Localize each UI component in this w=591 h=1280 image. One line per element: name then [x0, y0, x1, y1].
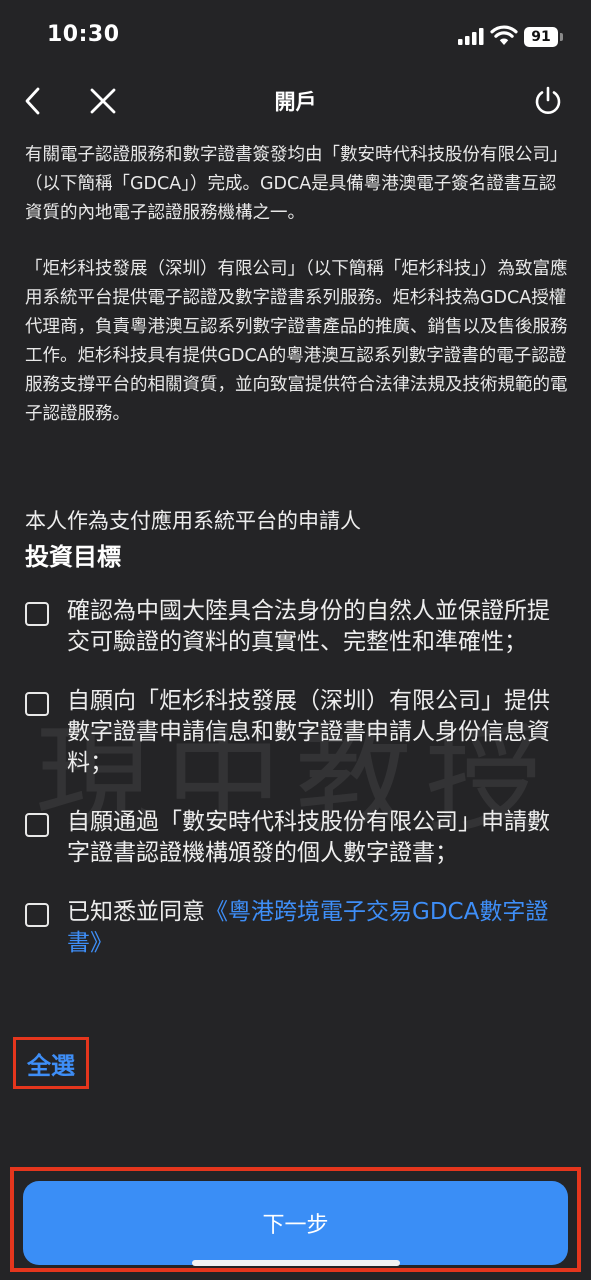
- checkbox[interactable]: [25, 602, 49, 626]
- select-all-button[interactable]: 全選: [13, 1037, 89, 1089]
- battery-tip: [560, 33, 563, 41]
- checkbox[interactable]: [25, 692, 49, 716]
- status-time: 10:30: [47, 22, 120, 47]
- consent-text: 確認為中國大陸具合法身份的自然人並保證所提交可驗證的資料的真實性、完整性和準確性…: [67, 598, 550, 655]
- applicant-statement: 本人作為支付應用系統平台的申請人: [25, 509, 361, 533]
- consent-item-provide-info[interactable]: 自願向「炬杉科技發展（深圳）有限公司」提供數字證書申請信息和數字證書申請人身份信…: [25, 686, 565, 779]
- page-title: 開戶: [274, 90, 317, 114]
- section-title: 投資目標: [25, 543, 121, 571]
- battery-level: 91: [524, 27, 558, 47]
- consent-item-apply-certificate[interactable]: 自願通過「數安時代科技股份有限公司」申請數字證書認證機構頒發的個人數字證書；: [25, 807, 565, 869]
- cellular-signal-icon: [458, 28, 484, 45]
- consent-text-wrapper: 已知悉並同意《粵港跨境電子交易GDCA數字證書》: [67, 897, 565, 959]
- home-indicator: [192, 1260, 400, 1266]
- wifi-icon: [490, 25, 518, 45]
- intro-content: 有關電子認證服務和數字證書簽發均由「數安時代科技股份有限公司」（以下簡稱「GDC…: [25, 141, 568, 429]
- checkbox[interactable]: [25, 813, 49, 837]
- intro-paragraph-jushan: 「炬杉科技發展（深圳）有限公司」（以下簡稱「炬杉科技」）為致富應用系統平台提供電…: [25, 259, 568, 424]
- consent-item-agree-terms[interactable]: 已知悉並同意《粵港跨境電子交易GDCA數字證書》: [25, 897, 565, 959]
- consent-text: 自願向「炬杉科技發展（深圳）有限公司」提供數字證書申請信息和數字證書申請人身份信…: [67, 688, 550, 776]
- consent-text: 自願通過「數安時代科技股份有限公司」申請數字證書認證機構頒發的個人數字證書；: [67, 809, 550, 866]
- checkbox[interactable]: [25, 903, 49, 927]
- power-icon: [535, 86, 561, 114]
- next-step-button[interactable]: 下一步: [23, 1181, 568, 1265]
- power-button[interactable]: [528, 82, 568, 120]
- status-bar: 10:30 91: [0, 0, 591, 70]
- consent-item-identity[interactable]: 確認為中國大陸具合法身份的自然人並保證所提交可驗證的資料的真實性、完整性和準確性…: [25, 596, 565, 658]
- intro-paragraph-gdca: 有關電子認證服務和數字證書簽發均由「數安時代科技股份有限公司」（以下簡稱「GDC…: [25, 145, 568, 223]
- consent-text: 已知悉並同意: [67, 899, 205, 925]
- consent-checklist: 確認為中國大陸具合法身份的自然人並保證所提交可驗證的資料的真實性、完整性和準確性…: [25, 596, 565, 987]
- nav-bar: 開戶: [0, 70, 591, 132]
